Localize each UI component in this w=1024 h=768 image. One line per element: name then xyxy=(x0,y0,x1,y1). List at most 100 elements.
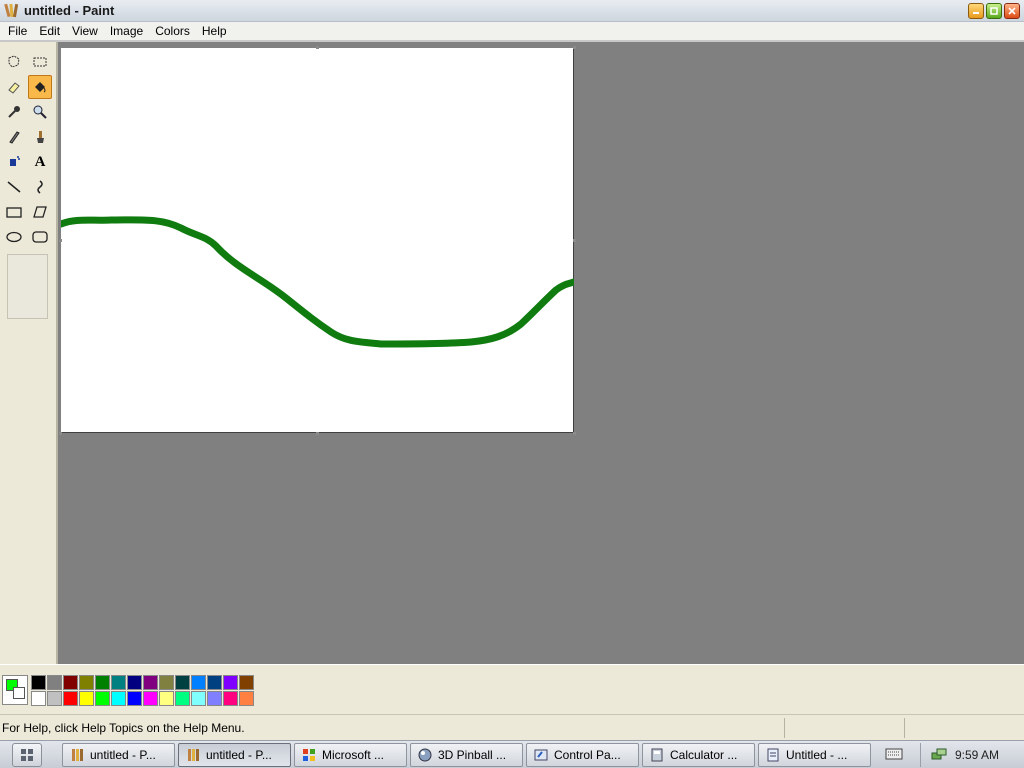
taskbar-button[interactable]: 3D Pinball ... xyxy=(410,743,523,767)
palette-swatch[interactable] xyxy=(31,675,46,690)
palette-swatch[interactable] xyxy=(111,691,126,706)
clock[interactable]: 9:59 AM xyxy=(955,748,999,762)
resize-handle[interactable] xyxy=(59,239,62,242)
taskbar: untitled - P... untitled - P... Microsoft … xyxy=(0,740,1024,768)
taskbar-button-label: Untitled - ... xyxy=(786,748,848,762)
taskbar-button-label: untitled - P... xyxy=(206,748,272,762)
network-icon[interactable] xyxy=(931,747,947,764)
text-icon[interactable]: A xyxy=(28,150,52,174)
taskbar-button[interactable]: Untitled - ... xyxy=(758,743,871,767)
pencil-icon[interactable] xyxy=(2,125,26,149)
menu-bar: File Edit View Image Colors Help xyxy=(0,22,1024,40)
palette-swatch[interactable] xyxy=(63,675,78,690)
canvas-drawing xyxy=(61,216,574,348)
menu-image[interactable]: Image xyxy=(104,24,149,38)
drawing-canvas[interactable] xyxy=(59,46,576,435)
menu-view[interactable]: View xyxy=(66,24,104,38)
rect-select-icon[interactable] xyxy=(28,50,52,74)
control-panel-icon xyxy=(533,747,549,763)
pinball-icon xyxy=(417,747,433,763)
menu-colors[interactable]: Colors xyxy=(149,24,196,38)
ellipse-icon[interactable] xyxy=(2,225,26,249)
resize-handle[interactable] xyxy=(59,432,62,435)
palette-swatch[interactable] xyxy=(95,691,110,706)
close-button[interactable] xyxy=(1004,3,1020,19)
maximize-button[interactable] xyxy=(986,3,1002,19)
palette-swatch[interactable] xyxy=(111,675,126,690)
taskbar-button-label: untitled - P... xyxy=(90,748,156,762)
status-cell-size xyxy=(904,717,1022,738)
taskbar-button[interactable]: Calculator ... xyxy=(642,743,755,767)
palette-swatch[interactable] xyxy=(239,675,254,690)
free-form-select-icon[interactable] xyxy=(2,50,26,74)
color-palette xyxy=(31,675,255,707)
taskbar-button[interactable]: Microsoft ... xyxy=(294,743,407,767)
palette-swatch[interactable] xyxy=(127,691,142,706)
system-tray: 9:59 AM xyxy=(920,743,1024,767)
taskbar-button[interactable]: untitled - P... xyxy=(178,743,291,767)
palette-swatch[interactable] xyxy=(159,675,174,690)
menu-help[interactable]: Help xyxy=(196,24,233,38)
palette-swatch[interactable] xyxy=(63,691,78,706)
rounded-rect-icon[interactable] xyxy=(28,225,52,249)
palette-swatch[interactable] xyxy=(79,691,94,706)
taskbar-button[interactable]: Control Pa... xyxy=(526,743,639,767)
status-bar: For Help, click Help Topics on the Help … xyxy=(0,714,1024,740)
resize-handle[interactable] xyxy=(316,46,319,49)
palette-swatch[interactable] xyxy=(239,691,254,706)
status-help-text: For Help, click Help Topics on the Help … xyxy=(2,720,245,735)
tool-options-box[interactable] xyxy=(7,254,48,319)
menu-edit[interactable]: Edit xyxy=(33,24,66,38)
paint-app-icon xyxy=(4,3,20,19)
palette-swatch[interactable] xyxy=(143,675,158,690)
rectangle-icon[interactable] xyxy=(2,200,26,224)
keyboard-icon[interactable] xyxy=(885,747,903,761)
palette-swatch[interactable] xyxy=(175,675,190,690)
notepad-icon xyxy=(765,747,781,763)
eraser-icon[interactable] xyxy=(2,75,26,99)
polygon-icon[interactable] xyxy=(28,200,52,224)
resize-handle[interactable] xyxy=(316,432,319,435)
palette-swatch[interactable] xyxy=(207,691,222,706)
taskbar-button[interactable]: untitled - P... xyxy=(62,743,175,767)
palette-swatch[interactable] xyxy=(175,691,190,706)
menu-file[interactable]: File xyxy=(2,24,33,38)
airbrush-icon[interactable] xyxy=(2,150,26,174)
palette-swatch[interactable] xyxy=(47,691,62,706)
current-colors[interactable] xyxy=(2,675,28,705)
start-icon xyxy=(21,748,33,761)
background-color-swatch xyxy=(13,687,25,699)
toolbox: A xyxy=(0,42,58,666)
palette-swatch[interactable] xyxy=(223,675,238,690)
palette-swatch[interactable] xyxy=(31,691,46,706)
taskbar-button-label: Control Pa... xyxy=(554,748,621,762)
curve-icon[interactable] xyxy=(28,175,52,199)
palette-swatch[interactable] xyxy=(79,675,94,690)
calculator-icon xyxy=(649,747,665,763)
start-button[interactable] xyxy=(12,742,42,767)
paint-icon xyxy=(185,747,201,763)
palette-swatch[interactable] xyxy=(95,675,110,690)
minimize-button[interactable] xyxy=(968,3,984,19)
microsoft-icon xyxy=(301,747,317,763)
palette-swatch[interactable] xyxy=(191,675,206,690)
resize-handle[interactable] xyxy=(573,432,576,435)
palette-swatch[interactable] xyxy=(47,675,62,690)
title-bar[interactable]: untitled - Paint xyxy=(0,0,1024,22)
brush-icon[interactable] xyxy=(28,125,52,149)
palette-swatch[interactable] xyxy=(143,691,158,706)
status-cell-position xyxy=(784,717,904,738)
palette-swatch[interactable] xyxy=(191,691,206,706)
palette-swatch[interactable] xyxy=(223,691,238,706)
fill-bucket-icon[interactable] xyxy=(28,75,52,99)
palette-swatch[interactable] xyxy=(207,675,222,690)
resize-handle[interactable] xyxy=(573,239,576,242)
palette-swatch[interactable] xyxy=(127,675,142,690)
taskbar-buttons: untitled - P... untitled - P... Microsoft … xyxy=(62,743,871,767)
magnifier-icon[interactable] xyxy=(28,100,52,124)
resize-handle[interactable] xyxy=(573,46,576,49)
line-icon[interactable] xyxy=(2,175,26,199)
taskbar-button-label: Microsoft ... xyxy=(322,748,385,762)
color-picker-icon[interactable] xyxy=(2,100,26,124)
palette-swatch[interactable] xyxy=(159,691,174,706)
